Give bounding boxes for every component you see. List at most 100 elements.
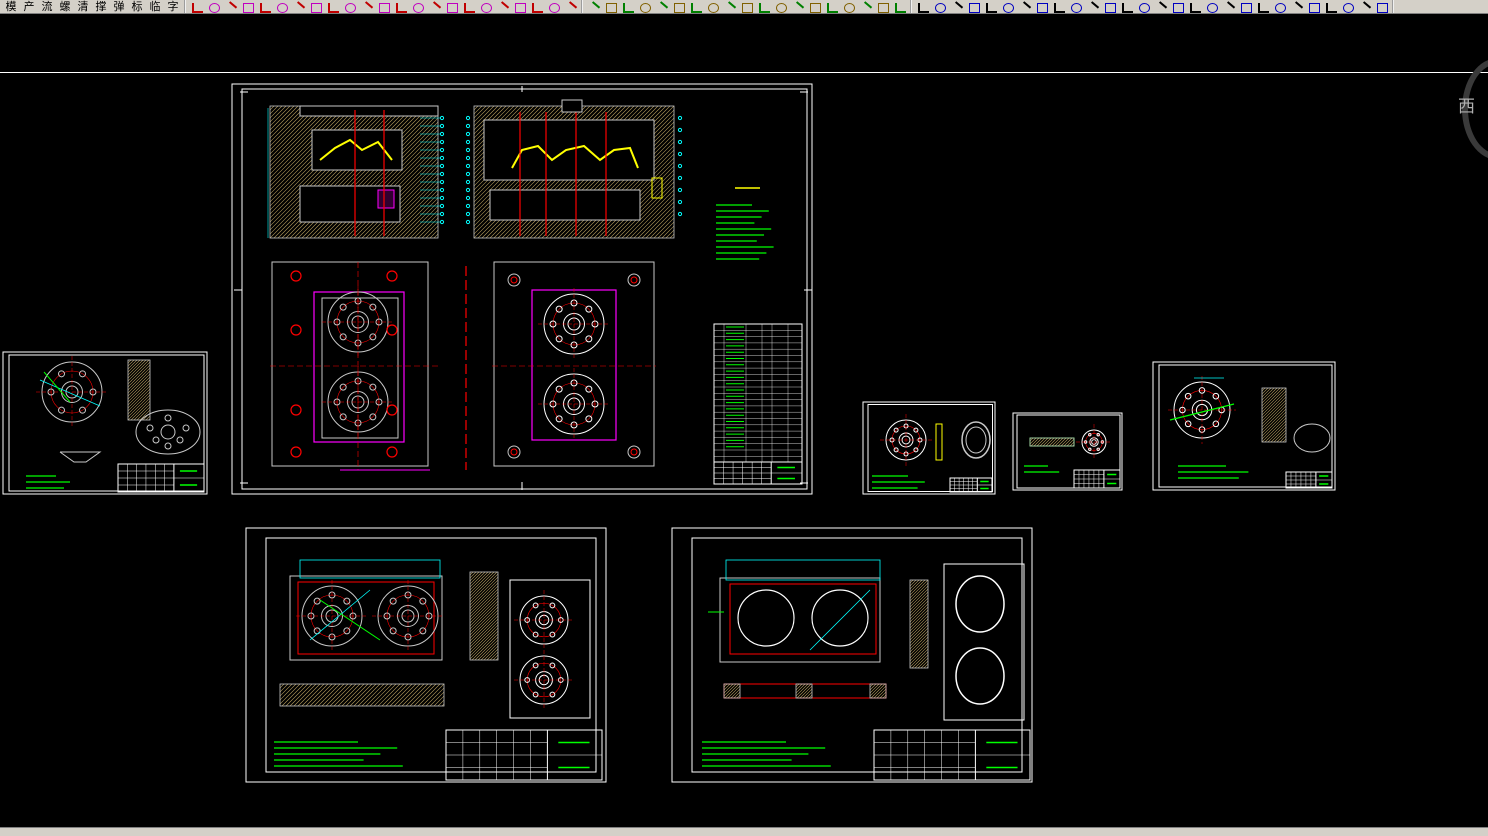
small-flange-notes bbox=[26, 475, 70, 489]
hatch-line bbox=[477, 639, 498, 660]
plan-screw-hole bbox=[386, 446, 398, 458]
plan-screw-hole bbox=[290, 404, 302, 416]
hatch-line bbox=[1262, 399, 1286, 425]
hatch-lines bbox=[796, 684, 812, 698]
sheet-outer-border bbox=[862, 401, 996, 495]
hatch-line bbox=[1262, 388, 1281, 407]
sprue-bushing-left bbox=[377, 189, 395, 209]
hatch-line bbox=[470, 591, 498, 621]
large-flange-top-view bbox=[1168, 376, 1236, 444]
hatch-line bbox=[1262, 388, 1286, 413]
iso-hole bbox=[182, 424, 190, 432]
sheet-part-flange-large bbox=[1152, 361, 1336, 491]
hatch-line bbox=[486, 648, 498, 660]
hatch-line bbox=[910, 612, 928, 632]
iso-bore bbox=[160, 424, 176, 440]
hatch-line bbox=[495, 657, 498, 660]
cavity-flange-left bbox=[296, 580, 368, 652]
core-notes bbox=[702, 741, 831, 767]
hatch-line bbox=[1262, 388, 1272, 398]
core-front-hatch-left bbox=[723, 683, 741, 699]
sheet-outer-border bbox=[1152, 361, 1336, 491]
balloon-marker bbox=[439, 131, 445, 137]
hatch-line bbox=[1262, 388, 1275, 401]
hatch-line bbox=[483, 645, 498, 660]
balloon-marker-right-2 bbox=[677, 175, 683, 181]
plan-screw-hole bbox=[290, 324, 302, 336]
balloon-marker-right-2 bbox=[677, 115, 683, 121]
core-front-hatch-right bbox=[869, 683, 887, 699]
large-flange-iso bbox=[1293, 423, 1331, 453]
plan-guide-bore bbox=[507, 445, 521, 459]
iso-hole bbox=[146, 424, 154, 432]
core-plate-dims bbox=[725, 559, 881, 581]
hatch-lines bbox=[470, 572, 498, 660]
hatch-line bbox=[470, 621, 498, 651]
sheet-part-flange-small bbox=[2, 351, 208, 495]
hatch-line bbox=[480, 642, 498, 660]
hatch-line bbox=[1262, 411, 1286, 437]
cavity-flange-right bbox=[372, 580, 444, 652]
hatch-line bbox=[669, 233, 674, 238]
hatch-line bbox=[470, 609, 498, 639]
cavity-iso-flange-top bbox=[514, 590, 574, 650]
balloon-marker bbox=[439, 115, 445, 121]
assembly-tech-notes bbox=[716, 204, 774, 260]
balloon-marker bbox=[439, 171, 445, 177]
hatch-lines bbox=[1030, 438, 1074, 446]
hatch-line bbox=[270, 106, 271, 107]
small-flange-iso-view bbox=[135, 409, 201, 455]
balloon-marker-right bbox=[465, 139, 471, 145]
hatch-line bbox=[910, 642, 928, 662]
ring-top-view bbox=[880, 414, 932, 466]
balloon-marker-right bbox=[465, 155, 471, 161]
hatch-line bbox=[128, 360, 135, 367]
hatch-line bbox=[270, 106, 279, 115]
hatch-line bbox=[879, 691, 886, 698]
balloon-marker-right bbox=[465, 147, 471, 153]
balloon-marker bbox=[439, 163, 445, 169]
cavity-front-section bbox=[279, 683, 445, 707]
hatch-line bbox=[470, 600, 498, 630]
hatch-line bbox=[796, 684, 803, 691]
strip-end-view bbox=[1076, 424, 1112, 460]
balloon-marker-right bbox=[465, 187, 471, 193]
hatch-line bbox=[441, 703, 444, 706]
hatch-line bbox=[470, 579, 498, 609]
hatch-line bbox=[1262, 388, 1284, 410]
core-iso-pocket-top bbox=[955, 575, 1005, 633]
balloon-marker-right bbox=[465, 211, 471, 217]
hatch-line bbox=[1279, 435, 1286, 442]
hatch-lines bbox=[128, 360, 150, 420]
hatch-line bbox=[733, 691, 740, 698]
hatch-lines bbox=[870, 684, 886, 698]
hatch-line bbox=[796, 684, 812, 698]
hatch-line bbox=[724, 684, 731, 691]
sheet-core-plate bbox=[671, 527, 1033, 783]
balloon-marker-right-2 bbox=[677, 139, 683, 145]
strip-hatch bbox=[1029, 437, 1075, 447]
hatch-line bbox=[910, 645, 928, 665]
hatch-line bbox=[1030, 438, 1031, 439]
balloon-marker bbox=[439, 155, 445, 161]
hatch-line bbox=[910, 603, 928, 623]
plan-guide-bore-inner bbox=[510, 276, 518, 284]
balloon-marker bbox=[439, 219, 445, 225]
core-front-hatch-mid bbox=[795, 683, 813, 699]
hatch-line bbox=[910, 580, 920, 590]
hatch-line bbox=[870, 684, 877, 691]
cavity-side-section bbox=[469, 571, 499, 661]
hatch-line bbox=[1270, 426, 1286, 442]
plan-guide-bore bbox=[627, 445, 641, 459]
balloon-marker-right-2 bbox=[677, 163, 683, 169]
hatch-line bbox=[910, 609, 928, 629]
balloon-marker bbox=[439, 147, 445, 153]
hatch-line bbox=[910, 630, 928, 650]
sheet-inner-border bbox=[691, 537, 1023, 773]
small-flange-section bbox=[127, 359, 151, 421]
hatch-line bbox=[665, 229, 674, 238]
cavity-leader bbox=[319, 599, 381, 641]
balloon-marker-right bbox=[465, 195, 471, 201]
plan-screw-hole bbox=[386, 404, 398, 416]
hatch-line bbox=[910, 580, 926, 596]
